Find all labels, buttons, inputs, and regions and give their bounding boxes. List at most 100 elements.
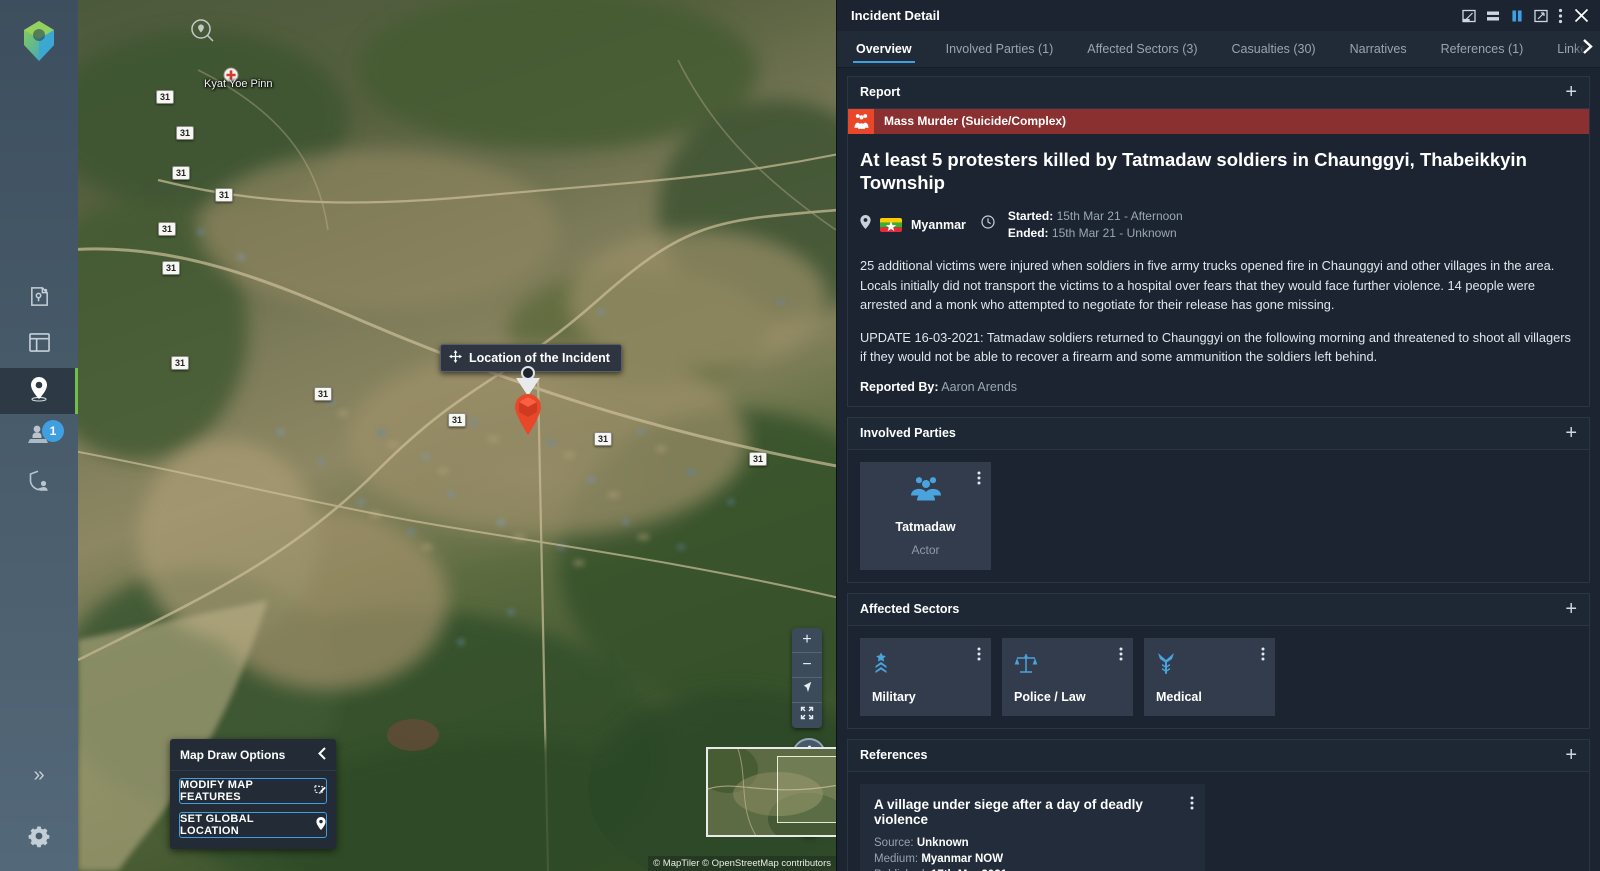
kebab-menu-icon[interactable] — [1260, 647, 1267, 661]
location-pin-icon — [860, 215, 871, 234]
myanmar-flag-icon — [880, 217, 902, 232]
tabs-scroll-right-button[interactable] — [1574, 31, 1600, 67]
reported-by-value: Aaron Arends — [941, 379, 1018, 394]
tab-narratives[interactable]: Narratives — [1333, 31, 1424, 67]
modify-map-features-button[interactable]: MODIFY MAP FEATURES — [179, 778, 327, 804]
sidebar-item-location[interactable] — [0, 368, 78, 414]
incident-time-block: Started: 15th Mar 21 - Afternoon Ended: … — [1008, 208, 1183, 243]
affected-sector-chip[interactable]: Military — [860, 637, 991, 716]
kebab-menu-icon[interactable] — [1189, 796, 1196, 810]
app-logo[interactable] — [17, 18, 61, 66]
tab-affected-sectors[interactable]: Affected Sectors (3) — [1070, 31, 1214, 67]
affected-sectors-header: Affected Sectors + — [848, 593, 1589, 626]
add-report-button[interactable]: + — [1565, 82, 1577, 102]
fullscreen-button[interactable] — [792, 703, 822, 728]
classification-label: Mass Murder (Suicide/Complex) — [884, 114, 1067, 129]
affected-sector-chip[interactable]: Medical — [1144, 637, 1275, 716]
road-shield: 31 — [172, 166, 191, 180]
road-shield: 31 — [594, 432, 613, 446]
road-shield: 31 — [314, 387, 333, 401]
zoom-in-button[interactable]: + — [792, 628, 822, 653]
reference-source-value: Unknown — [916, 836, 969, 849]
country-label: Myanmar — [911, 217, 966, 232]
started-label: Started: — [1007, 208, 1054, 223]
reported-by-row: Reported By: Aaron Arends — [860, 380, 1577, 394]
left-nav-rail: 1 » — [0, 0, 78, 871]
road-shield: 31 — [158, 222, 177, 236]
zoom-out-button[interactable]: − — [792, 653, 822, 678]
cursor-icon — [801, 681, 814, 699]
location-pin-icon — [316, 817, 326, 833]
involved-party-chip[interactable]: Tatmadaw Actor — [860, 461, 991, 570]
rail-bottom-group: » — [0, 745, 78, 871]
reference-medium-value: Myanmar NOW — [921, 852, 1004, 865]
reference-title: A village under siege after a day of dea… — [874, 796, 1143, 827]
ended-label: Ended: — [1007, 225, 1049, 240]
map-minimap[interactable] — [706, 747, 836, 837]
affected-sector-chip[interactable]: Police / Law — [1002, 637, 1133, 716]
expand-icon[interactable] — [1534, 9, 1548, 23]
split-vertical-icon[interactable] — [1510, 9, 1524, 23]
scales-of-justice-icon — [1014, 652, 1038, 679]
tab-casualties[interactable]: Casualties (30) — [1215, 31, 1333, 67]
sidebar-item-add-location[interactable] — [0, 276, 78, 322]
expand-rail-button[interactable]: » — [0, 745, 78, 805]
reference-medium-label: Medium: — [874, 852, 919, 865]
affected-sectors-grid: Military Police / Law Medical — [848, 626, 1589, 728]
set-global-location-button[interactable]: SET GLOBAL LOCATION — [179, 812, 327, 838]
expand-arrows-icon — [800, 706, 814, 725]
map-zoom-controls: + − — [792, 628, 822, 728]
move-crosshair-icon — [449, 350, 462, 366]
reference-source-label: Source: — [874, 836, 914, 849]
add-affected-sector-button[interactable]: + — [1565, 599, 1577, 619]
involved-parties-card: Involved Parties + Tatmadaw Actor — [847, 416, 1590, 583]
add-involved-party-button[interactable]: + — [1565, 423, 1577, 443]
chevron-left-icon[interactable] — [317, 747, 327, 763]
kebab-menu-icon[interactable] — [976, 471, 983, 485]
tab-involved-parties[interactable]: Involved Parties (1) — [929, 31, 1071, 67]
map-view[interactable]: Kyat Yoe Pinn 31 31 31 31 31 31 31 31 31… — [78, 0, 836, 871]
report-paragraph-1: 25 additional victims were injured when … — [860, 258, 1555, 313]
sidebar-item-dashboard[interactable] — [0, 322, 78, 368]
affected-sectors-title: Affected Sectors — [860, 602, 960, 617]
map-search-pin-icon — [190, 18, 216, 44]
split-horizontal-icon[interactable] — [1486, 9, 1500, 23]
sidebar-item-people[interactable]: 1 — [0, 414, 78, 460]
minimap-viewport-rect — [776, 755, 836, 823]
ended-value: 15th Mar 21 - Unknown — [1051, 225, 1177, 240]
kebab-menu-icon[interactable] — [1558, 8, 1563, 24]
add-reference-button[interactable]: + — [1565, 745, 1577, 765]
reference-source-line: Source: Unknown — [874, 835, 1191, 851]
kebab-menu-icon[interactable] — [1118, 647, 1125, 661]
affected-sector-name: Medical — [1156, 689, 1202, 704]
group-people-icon — [909, 475, 943, 508]
set-global-location-label: SET GLOBAL LOCATION — [180, 813, 254, 837]
reference-published-line: Published: 17th Mar 2021 — [874, 867, 1191, 871]
close-icon[interactable] — [1573, 7, 1590, 24]
panel-scroll-area[interactable]: Report + Mass Murder (Suicide/Complex) A… — [837, 68, 1600, 871]
map-draw-options-header: Map Draw Options — [170, 739, 336, 771]
tab-references[interactable]: References (1) — [1424, 31, 1541, 67]
map-attribution: © MapTiler © OpenStreetMap contributors — [648, 856, 836, 871]
map-draw-options-panel: Map Draw Options MODIFY MAP FEATURES SET… — [170, 739, 336, 849]
reference-item[interactable]: A village under siege after a day of dea… — [860, 783, 1205, 871]
dashboard-icon — [28, 332, 51, 358]
dock-bottom-left-icon[interactable] — [1462, 9, 1476, 23]
compass-pointer-button[interactable] — [792, 678, 822, 703]
road-shield: 31 — [176, 126, 195, 140]
references-header: References + — [848, 739, 1589, 772]
references-card: References + A village under siege after… — [847, 738, 1590, 871]
settings-button[interactable] — [0, 805, 78, 871]
map-draw-options-body: MODIFY MAP FEATURES SET GLOBAL LOCATION — [170, 771, 336, 849]
road-shield: 31 — [749, 452, 768, 466]
incident-map-marker[interactable] — [512, 393, 544, 435]
involved-parties-header: Involved Parties + — [848, 417, 1589, 450]
tab-overview[interactable]: Overview — [839, 31, 929, 67]
report-card-header: Report + — [848, 76, 1589, 109]
report-section-title: Report — [860, 85, 901, 100]
kebab-menu-icon[interactable] — [976, 647, 983, 661]
page-title: Incident Detail — [851, 8, 940, 23]
involved-parties-title: Involved Parties — [860, 426, 956, 441]
sidebar-item-security[interactable] — [0, 460, 78, 506]
mass-murder-icon — [848, 108, 874, 134]
